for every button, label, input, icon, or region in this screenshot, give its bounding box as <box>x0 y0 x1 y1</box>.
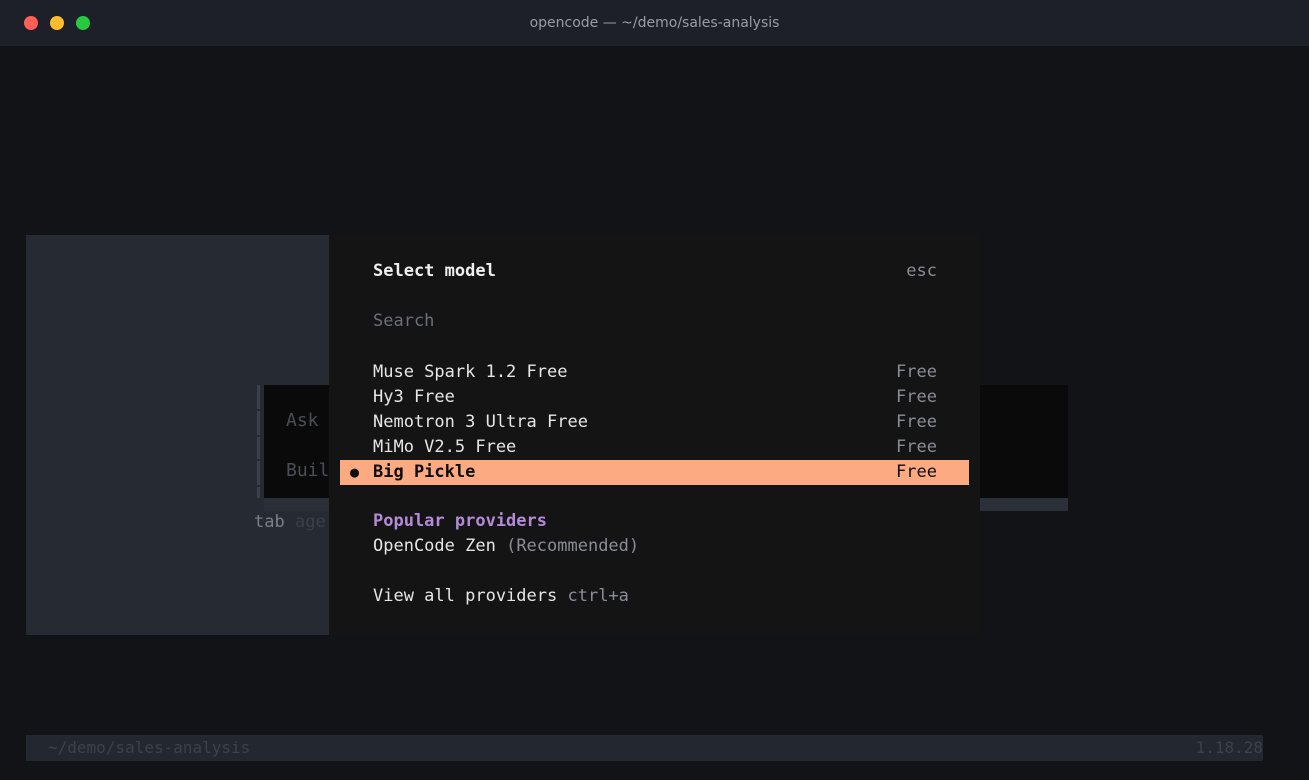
close-window-button[interactable] <box>24 16 38 30</box>
view-all-providers-option[interactable]: View all providers ctrl+a <box>373 586 629 606</box>
model-option-selected[interactable]: ● Big Pickle Free <box>340 460 969 485</box>
selected-bullet-icon: ● <box>350 463 360 481</box>
model-name: Hy3 Free <box>373 387 455 407</box>
close-hint[interactable]: esc <box>906 261 937 281</box>
model-price: Free <box>896 362 937 382</box>
tab-label: age <box>294 512 326 532</box>
model-name: Muse Spark 1.2 Free <box>373 362 568 382</box>
view-all-shortcut: ctrl+a <box>567 586 629 606</box>
model-option[interactable]: Hy3 Free Free <box>329 385 980 410</box>
model-price: Free <box>896 387 937 407</box>
model-option[interactable]: MiMo V2.5 Free Free <box>329 435 980 460</box>
window-title: opencode — ~/demo/sales-analysis <box>529 15 780 31</box>
background-bar <box>257 437 260 459</box>
model-name: Big Pickle <box>373 462 476 482</box>
status-path: ~/demo/sales-analysis <box>48 738 251 757</box>
search-input[interactable]: Search <box>373 311 434 331</box>
popular-providers-heading: Popular providers <box>373 511 547 531</box>
dialog-title: Select model <box>373 261 496 281</box>
window-controls <box>24 16 90 30</box>
status-bar: ~/demo/sales-analysis 1.18.28 <box>26 735 1263 761</box>
status-version: 1.18.28 <box>1195 738 1263 757</box>
background-bar <box>257 487 260 498</box>
background-bar <box>257 461 260 485</box>
provider-note: (Recommended) <box>506 536 640 556</box>
background-bar <box>257 411 260 435</box>
provider-name: OpenCode Zen <box>373 536 496 556</box>
model-price: Free <box>896 437 937 457</box>
background-bar <box>257 385 260 409</box>
model-list: Muse Spark 1.2 Free Free Hy3 Free Free N… <box>329 360 980 485</box>
model-name: MiMo V2.5 Free <box>373 437 517 457</box>
model-price: Free <box>896 462 937 482</box>
select-model-dialog: Select model esc Search Muse Spark 1.2 F… <box>329 235 980 635</box>
minimize-window-button[interactable] <box>50 16 64 30</box>
model-name: Nemotron 3 Ultra Free <box>373 412 588 432</box>
view-all-label: View all providers <box>373 586 558 606</box>
model-option[interactable]: Muse Spark 1.2 Free Free <box>329 360 980 385</box>
background-ask-text: Ask <box>286 410 319 431</box>
model-price: Free <box>896 412 937 432</box>
tab-key: tab <box>254 512 285 532</box>
provider-option[interactable]: OpenCode Zen (Recommended) <box>373 536 639 556</box>
background-build-text: Buil <box>286 460 330 481</box>
title-bar: opencode — ~/demo/sales-analysis <box>0 0 1309 46</box>
model-option[interactable]: Nemotron 3 Ultra Free Free <box>329 410 980 435</box>
maximize-window-button[interactable] <box>76 16 90 30</box>
background-tab-hint: tab age <box>254 512 326 532</box>
